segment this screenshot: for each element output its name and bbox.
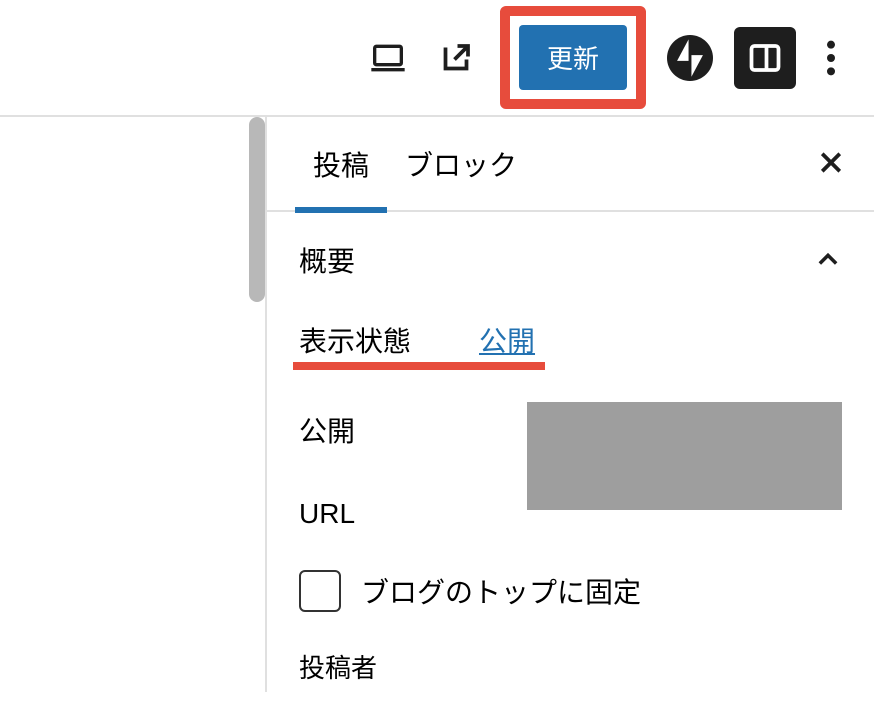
stick-to-top-label: ブログのトップに固定 [361,571,641,611]
tab-block[interactable]: ブロック [387,116,535,211]
tab-post[interactable]: 投稿 [295,116,387,211]
jetpack-button[interactable] [666,34,714,82]
external-link-icon [438,40,474,76]
preview-button[interactable] [364,34,412,82]
content-area: 投稿 ブロック 概要 表示状態 公開 [0,115,874,692]
panel-icon [747,40,783,76]
author-label: 投稿者 [299,648,842,685]
close-sidebar-button[interactable] [816,147,846,180]
stick-to-top-row: ブログのトップに固定 [299,570,842,612]
summary-title: 概要 [299,240,355,280]
settings-sidebar: 投稿 ブロック 概要 表示状態 公開 [265,117,874,692]
visibility-row: 表示状態 公開 [299,320,842,360]
publish-label: 公開 [299,410,355,450]
canvas-scrollbar[interactable] [249,117,265,302]
visibility-highlight [293,362,545,370]
update-button[interactable]: 更新 [519,25,627,90]
laptop-icon [368,38,408,78]
summary-panel: 概要 表示状態 公開 公開 URL ブ [267,212,874,701]
visibility-label: 表示状態 [299,320,479,360]
view-post-button[interactable] [432,34,480,82]
publish-url-row: 公開 URL [299,402,842,530]
jetpack-icon [667,35,713,81]
sidebar-tabs: 投稿 ブロック [267,117,874,212]
settings-panel-toggle[interactable] [734,27,796,89]
visibility-value-button[interactable]: 公開 [479,320,535,360]
summary-toggle[interactable]: 概要 [299,240,842,280]
editor-canvas [0,117,265,692]
editor-toolbar: 更新 [0,0,874,115]
chevron-up-icon [814,246,842,274]
more-options-button[interactable] [816,34,846,82]
url-label: URL [299,498,355,530]
close-icon [816,147,846,177]
update-button-highlight: 更新 [500,6,646,109]
stick-to-top-checkbox[interactable] [299,570,341,612]
redacted-block [527,402,842,510]
more-icon [827,40,835,76]
